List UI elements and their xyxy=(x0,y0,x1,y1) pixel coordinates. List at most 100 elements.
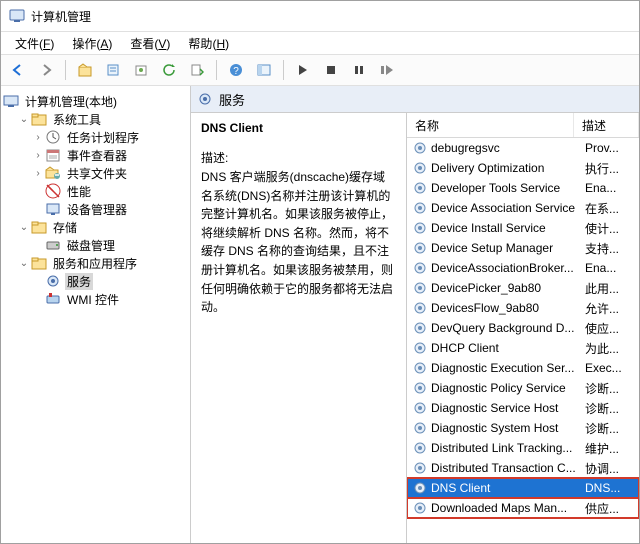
service-desc: 诊断... xyxy=(579,380,639,397)
tree-item[interactable]: ›事件查看器 xyxy=(3,146,188,164)
service-desc: 支持... xyxy=(579,240,639,257)
twisty-icon[interactable]: › xyxy=(31,168,45,179)
svg-text:?: ? xyxy=(233,66,239,77)
twisty-icon[interactable]: ⌄ xyxy=(17,222,31,233)
gear-icon xyxy=(413,361,427,375)
service-row[interactable]: Distributed Link Tracking...维护... xyxy=(407,438,639,458)
perf-icon xyxy=(45,183,61,199)
service-row[interactable]: Device Association Service在系... xyxy=(407,198,639,218)
refresh-button[interactable] xyxy=(156,57,182,83)
service-desc: 在系... xyxy=(579,200,639,217)
twisty-icon[interactable]: › xyxy=(31,150,45,161)
tree-group[interactable]: ⌄服务和应用程序 xyxy=(3,254,188,272)
service-name: DeviceAssociationBroker... xyxy=(431,261,574,275)
service-row[interactable]: Device Install Service 使计... xyxy=(407,218,639,238)
service-row[interactable]: DHCP Client为此... xyxy=(407,338,639,358)
folder-icon xyxy=(31,111,47,127)
tree-root[interactable]: 计算机管理(本地) xyxy=(3,92,188,110)
export-list-button[interactable] xyxy=(184,57,210,83)
service-desc: 使计... xyxy=(579,220,639,237)
properties-button[interactable] xyxy=(100,57,126,83)
export-button[interactable] xyxy=(128,57,154,83)
column-name[interactable]: 名称 xyxy=(407,113,574,137)
start-service-button[interactable] xyxy=(290,57,316,83)
tree-item[interactable]: 服务 xyxy=(3,272,188,290)
tree-item[interactable]: 性能 xyxy=(3,182,188,200)
stop-service-button[interactable] xyxy=(318,57,344,83)
nav-back-button[interactable] xyxy=(5,57,31,83)
restart-service-button[interactable] xyxy=(374,57,400,83)
twisty-icon[interactable]: › xyxy=(31,132,45,143)
tree-item[interactable]: 设备管理器 xyxy=(3,200,188,218)
help-button[interactable]: ? xyxy=(223,57,249,83)
service-name: DevQuery Background D... xyxy=(431,321,574,335)
service-desc: Prov... xyxy=(579,141,639,155)
service-name: Diagnostic System Host xyxy=(431,421,558,435)
service-name: Downloaded Maps Man... xyxy=(431,501,567,515)
gear-icon xyxy=(413,241,427,255)
tree-item[interactable]: 磁盘管理 xyxy=(3,236,188,254)
service-row[interactable]: DevicesFlow_9ab80允许... xyxy=(407,298,639,318)
tree-item[interactable]: WMI 控件 xyxy=(3,290,188,308)
service-name: debugregsvc xyxy=(431,141,500,155)
gear-icon xyxy=(413,201,427,215)
nav-tree[interactable]: 计算机管理(本地) ⌄系统工具›任务计划程序›事件查看器›共享文件夹性能设备管理… xyxy=(1,86,191,543)
nav-forward-button[interactable] xyxy=(33,57,59,83)
gear-icon xyxy=(197,91,213,107)
service-row[interactable]: Diagnostic Execution Ser...Exec... xyxy=(407,358,639,378)
service-row[interactable]: Delivery Optimization执行... xyxy=(407,158,639,178)
service-row[interactable]: Downloaded Maps Man...供应... xyxy=(407,498,639,518)
app-icon xyxy=(9,8,25,24)
separator xyxy=(283,60,284,80)
service-desc: 允许... xyxy=(579,300,639,317)
menu-view[interactable]: 查看(V) xyxy=(122,33,178,54)
tree-item[interactable]: ›共享文件夹 xyxy=(3,164,188,182)
service-row[interactable]: DevQuery Background D... 使应... xyxy=(407,318,639,338)
selected-service-name: DNS Client xyxy=(201,121,396,135)
gear-icon xyxy=(413,181,427,195)
service-row[interactable]: DevicePicker_9ab80此用... xyxy=(407,278,639,298)
service-desc: 维护... xyxy=(579,440,639,457)
service-desc: DNS... xyxy=(579,481,639,495)
device-icon xyxy=(45,201,61,217)
service-row[interactable]: DeviceAssociationBroker...Ena... xyxy=(407,258,639,278)
wmi-icon xyxy=(45,291,61,307)
description-text: DNS 客户端服务(dnscache)缓存域名系统(DNS)名称并注册该计算机的… xyxy=(201,168,396,317)
tree-item[interactable]: ›任务计划程序 xyxy=(3,128,188,146)
window-title: 计算机管理 xyxy=(31,8,91,25)
column-headers[interactable]: 名称 描述 xyxy=(407,113,639,138)
menu-help[interactable]: 帮助(H) xyxy=(180,33,237,54)
services-list[interactable]: 名称 描述 debugregsvc Prov... Delivery Optimiz… xyxy=(407,113,639,543)
service-row[interactable]: DNS Client DNS... xyxy=(407,478,639,498)
gear-icon xyxy=(45,273,61,289)
service-row[interactable]: Device Setup Manager 支持... xyxy=(407,238,639,258)
service-desc: 执行... xyxy=(579,160,639,177)
service-row[interactable]: Distributed Transaction C...协调... xyxy=(407,458,639,478)
gear-icon xyxy=(413,161,427,175)
service-name: Device Install Service xyxy=(431,221,546,235)
service-row[interactable]: Diagnostic Policy Service诊断... xyxy=(407,378,639,398)
twisty-icon[interactable]: ⌄ xyxy=(17,258,31,269)
menu-file[interactable]: 文件(F) xyxy=(7,33,62,54)
pause-service-button[interactable] xyxy=(346,57,372,83)
service-row[interactable]: Developer Tools ServiceEna... xyxy=(407,178,639,198)
services-title: 服务 xyxy=(219,90,245,109)
service-desc: 使应... xyxy=(579,320,639,337)
tree-group[interactable]: ⌄存储 xyxy=(3,218,188,236)
computer-icon xyxy=(3,93,19,109)
column-desc[interactable]: 描述 xyxy=(574,113,639,137)
service-desc: 诊断... xyxy=(579,400,639,417)
service-row[interactable]: Diagnostic Service Host诊断... xyxy=(407,398,639,418)
service-desc: Ena... xyxy=(579,181,639,195)
view-button[interactable] xyxy=(251,57,277,83)
service-name: DNS Client xyxy=(431,481,490,495)
folder-icon xyxy=(31,219,47,235)
menu-action[interactable]: 操作(A) xyxy=(64,33,120,54)
service-name: Device Setup Manager xyxy=(431,241,553,255)
service-row[interactable]: debugregsvc Prov... xyxy=(407,138,639,158)
gear-icon xyxy=(413,341,427,355)
twisty-icon[interactable]: ⌄ xyxy=(17,114,31,125)
tree-group[interactable]: ⌄系统工具 xyxy=(3,110,188,128)
up-button[interactable] xyxy=(72,57,98,83)
service-row[interactable]: Diagnostic System Host诊断... xyxy=(407,418,639,438)
